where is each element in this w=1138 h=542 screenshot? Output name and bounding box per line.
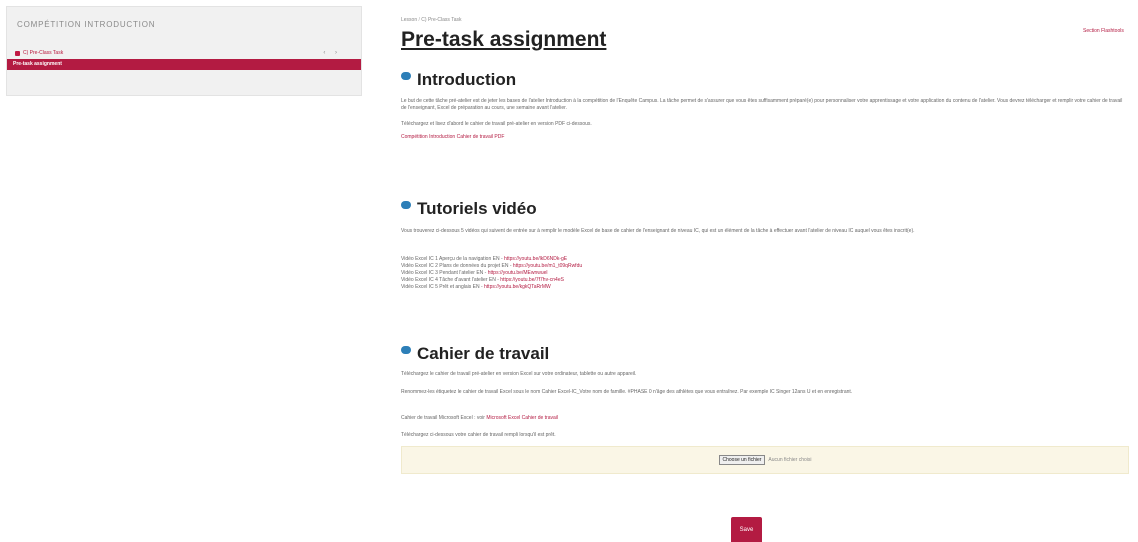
sidebar-item-pre-class-task[interactable]: C) Pre-Class Task ‹ › [15, 48, 355, 58]
video-label: Vidéo Excel IC 5 Prêt et anglais EN - [401, 284, 485, 290]
workbook-text-1: Téléchargez le cahier de travail pré-ate… [401, 371, 637, 377]
sidebar: COMPÉTITION INTRODUCTION C) Pre-Class Ta… [6, 6, 362, 96]
page-title: Pre-task assignment [401, 28, 607, 51]
video-label: Vidéo Excel IC 4 Tâche d'avant l'atelier… [401, 277, 501, 283]
video-list-item: Vidéo Excel IC 5 Prêt et anglais EN - ht… [401, 284, 582, 291]
intro-heading: Introduction [417, 70, 517, 89]
video-label: Vidéo Excel IC 2 Plans de données du pro… [401, 263, 513, 269]
breadcrumb-root[interactable]: Lesson [401, 17, 417, 23]
intro-pdf-link[interactable]: Compétition Introduction Cahier de trava… [401, 134, 504, 140]
sidebar-title: COMPÉTITION INTRODUCTION [17, 20, 156, 29]
choose-file-button[interactable]: Choose un fichier [718, 455, 766, 465]
video-label: Vidéo Excel IC 3 Pendant l'atelier EN - [401, 270, 488, 276]
section-link[interactable]: Section Flashtools [1083, 28, 1124, 34]
workbook-section-header: Cahier de travail [401, 344, 549, 364]
video-link[interactable]: https://youtu.be/kgkQTaRrMW [484, 284, 551, 290]
video-link[interactable]: https://youtu.be/lkD6NDk-gE [504, 256, 567, 262]
sidebar-item-pre-task-assignment[interactable]: Pre-task assignment [7, 59, 361, 70]
video-link[interactable]: https://youtu.be/m1_t09qRwfdu [513, 263, 582, 269]
video-list-item: Vidéo Excel IC 3 Pendant l'atelier EN - … [401, 270, 582, 277]
video-link[interactable]: https://youtu.be/MEwnwuel [488, 270, 548, 276]
video-list: Vidéo Excel IC 1 Aperçu de la navigation… [401, 256, 582, 291]
sidebar-collapse-icon[interactable]: ‹ › [323, 50, 341, 56]
videos-heading: Tutoriels vidéo [417, 199, 537, 218]
video-list-item: Vidéo Excel IC 2 Plans de données du pro… [401, 263, 582, 270]
sidebar-item-label: C) Pre-Class Task [23, 50, 64, 56]
workbook-text-2: Renommez-les étiquetez le cahier de trav… [401, 389, 853, 395]
save-button[interactable]: Save [731, 517, 762, 542]
workbook-text-4: Téléchargez ci-dessous votre cahier de t… [401, 432, 556, 438]
section-badge-icon [401, 72, 411, 80]
video-label: Vidéo Excel IC 1 Aperçu de la navigation… [401, 256, 505, 262]
section-badge-icon [401, 346, 411, 354]
lesson-dot-icon [15, 50, 20, 56]
videos-section-header: Tutoriels vidéo [401, 199, 537, 219]
videos-text: Vous trouverez ci-dessous 5 vidéos qui s… [401, 228, 915, 234]
workbook-heading: Cahier de travail [417, 344, 550, 363]
workbook-text-3: Cahier de travail Microsoft Excel : voir… [401, 415, 1127, 422]
section-badge-icon [401, 201, 411, 209]
excel-workbook-link[interactable]: Microsoft Excel Cahier de travail [486, 415, 558, 421]
video-list-item: Vidéo Excel IC 4 Tâche d'avant l'atelier… [401, 277, 582, 284]
intro-text: Le but de cette tâche pré-atelier est de… [401, 98, 1123, 111]
video-list-item: Vidéo Excel IC 1 Aperçu de la navigation… [401, 256, 582, 263]
file-status: Aucun fichier choisi [768, 457, 812, 463]
video-link[interactable]: https://youtu.be/7f7hv-cn4eS [500, 277, 564, 283]
breadcrumb: Lesson / C) Pre-Class Task [401, 17, 462, 23]
breadcrumb-current: C) Pre-Class Task [421, 17, 462, 23]
intro-section-header: Introduction [401, 70, 516, 90]
file-upload-area[interactable]: Choose un fichier Aucun fichier choisi [401, 446, 1129, 474]
breadcrumb-separator: / [418, 17, 420, 23]
intro-text-2: Téléchargez et lisez d'abord le cahier d… [401, 121, 592, 127]
workbook-text-3-prefix: Cahier de travail Microsoft Excel : voir [401, 415, 487, 421]
